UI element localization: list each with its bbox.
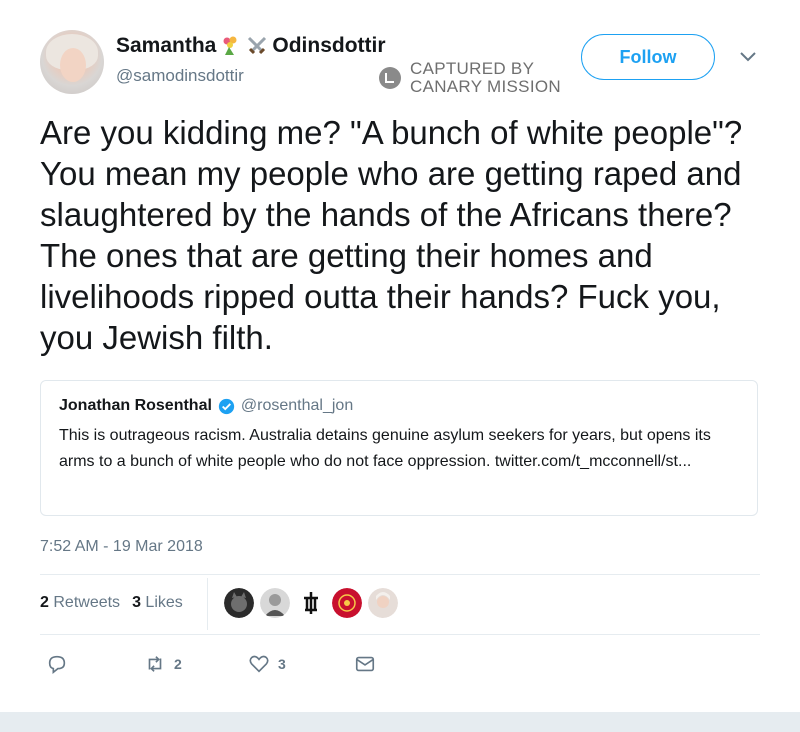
tweet-stats: 2 Retweets 3 Likes	[40, 594, 183, 612]
page-bottom-bar	[0, 712, 800, 732]
watermark-line1: CAPTURED BY	[410, 59, 535, 78]
verified-badge-icon	[218, 398, 235, 414]
retweets-stat[interactable]: 2 Retweets	[40, 594, 120, 612]
tweet-header: Samantha Odinsdottir @samodinsdottir CAP…	[0, 0, 800, 110]
reply-button[interactable]	[46, 653, 76, 675]
watermark: CAPTURED BY CANARY MISSION	[378, 60, 561, 96]
retweet-count: 2	[174, 656, 182, 672]
quoted-tweet-text: This is outrageous racism. Australia det…	[59, 427, 711, 470]
envelope-icon	[355, 656, 375, 672]
like-button[interactable]: 3	[248, 653, 286, 675]
symbol-avatar[interactable]	[296, 588, 326, 618]
quoted-author-handle[interactable]: @rosenthal_jon	[241, 397, 353, 415]
watermark-logo-icon	[379, 67, 401, 89]
man-avatar[interactable]	[260, 588, 290, 618]
author-name[interactable]: Samantha Odinsdottir	[116, 34, 386, 58]
quoted-tweet[interactable]: Jonathan Rosenthal @rosenthal_jon This i…	[40, 380, 758, 516]
follow-button[interactable]: Follow	[581, 34, 715, 80]
bouquet-icon	[223, 36, 237, 55]
quoted-author-name[interactable]: Jonathan Rosenthal	[59, 397, 212, 415]
author-avatar[interactable]	[40, 30, 104, 94]
author-last-name[interactable]: Odinsdottir	[272, 34, 385, 58]
retweet-icon	[148, 656, 162, 672]
like-count: 3	[278, 656, 286, 672]
heart-icon	[249, 655, 269, 673]
divider	[40, 634, 760, 635]
retweet-button[interactable]: 2	[144, 653, 182, 675]
red-pattern-avatar[interactable]	[332, 588, 362, 618]
cat-avatar[interactable]	[224, 588, 254, 618]
author-handle[interactable]: @samodinsdottir	[116, 66, 244, 86]
woman-avatar[interactable]	[368, 588, 398, 618]
direct-message-button[interactable]	[354, 653, 376, 675]
chevron-down-icon[interactable]	[738, 50, 758, 64]
tweet-timestamp[interactable]: 7:52 AM - 19 Mar 2018	[40, 538, 203, 556]
watermark-line2: CANARY MISSION	[410, 77, 561, 96]
tweet-actions: 2 3	[40, 653, 400, 677]
tweet-text: Are you kidding me? "A bunch of white pe…	[40, 114, 743, 356]
author-first-name[interactable]: Samantha	[116, 34, 216, 58]
likes-stat[interactable]: 3 Likes	[132, 594, 183, 612]
reply-icon	[48, 655, 66, 674]
divider	[40, 574, 760, 575]
stats-divider	[207, 578, 208, 630]
liker-avatars	[224, 588, 398, 618]
crossed-swords-icon	[248, 36, 267, 55]
